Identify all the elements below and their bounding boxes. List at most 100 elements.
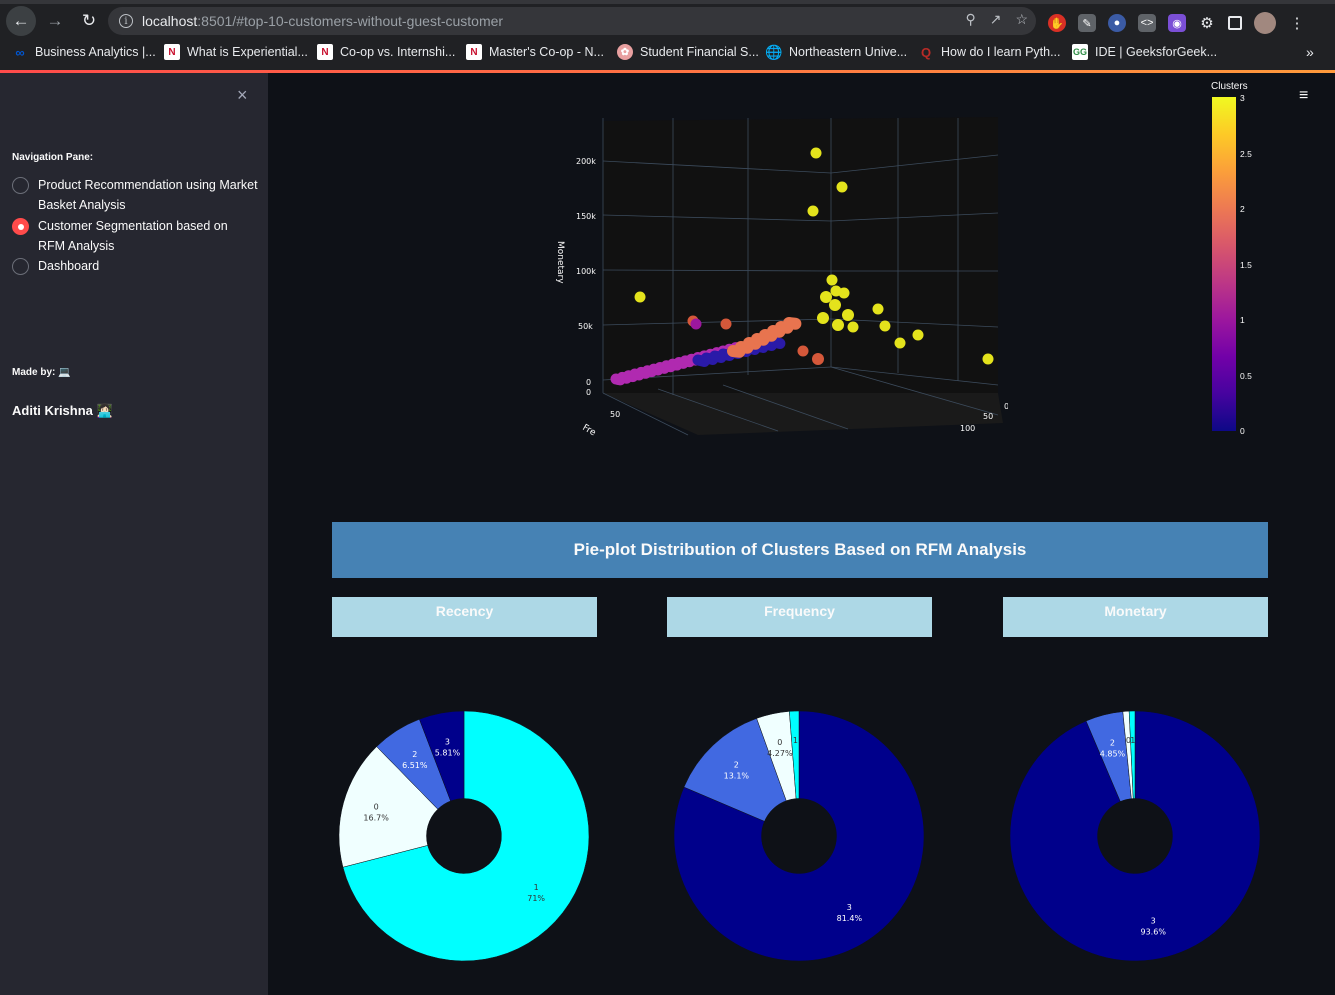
browser-toolbar: ← → ↻ i localhost:8501/#top-10-customers… <box>0 4 1335 38</box>
pie-slice-percent: 71% <box>527 894 545 903</box>
url-host: localhost <box>142 13 198 29</box>
scatter-point <box>789 317 802 330</box>
y-tick: 50 <box>983 412 993 421</box>
x-tick: 50 <box>610 410 620 419</box>
radio-button[interactable] <box>12 258 29 275</box>
bookmark-item[interactable]: N Co-op vs. Internshi... <box>317 44 455 60</box>
colorbar-tick: 1.5 <box>1240 260 1252 270</box>
puzzle-icon[interactable]: ⚙ <box>1198 14 1216 32</box>
extension-icon[interactable]: ◉ <box>1168 14 1186 32</box>
y-tick: 100 <box>960 424 975 433</box>
recency-pie-chart[interactable]: 1 71% 0 16.7% 2 6.51% 3 5.81% <box>329 701 599 971</box>
main-content: ≡ 200k 150k 100k 50k 0 Monetary 0 50 Fre… <box>268 73 1335 995</box>
seal-icon: ✿ <box>617 44 633 60</box>
address-bar[interactable]: i localhost:8501/#top-10-customers-witho… <box>108 7 1036 35</box>
pie-slice-label: 2 <box>734 761 739 770</box>
pie-slice-percent: 81.4% <box>837 914 863 923</box>
colorbar-tick: 0 <box>1240 426 1245 436</box>
gfg-icon: GG <box>1072 44 1088 60</box>
monetary-heading: Monetary <box>1003 597 1268 637</box>
code-extension-icon[interactable]: <> <box>1138 14 1156 32</box>
pie-slice-label: 3 <box>445 737 450 746</box>
scatter-point <box>812 353 824 365</box>
zoom-icon[interactable]: ⚲ <box>965 11 975 28</box>
scatter-point <box>720 318 732 330</box>
scatter-point <box>797 345 809 357</box>
scatter-point <box>634 291 646 303</box>
author-name: Aditi Krishna 👩🏻‍💻 <box>12 403 113 418</box>
kebab-menu-icon[interactable]: ⋮ <box>1288 14 1306 32</box>
extension-icon[interactable]: ✎ <box>1078 14 1096 32</box>
bookmark-star-icon[interactable]: ☆ <box>1015 11 1028 28</box>
colorbar-title: Clusters <box>1211 81 1248 92</box>
colorbar-tick: 2 <box>1240 204 1245 214</box>
scatter-point <box>912 329 924 341</box>
scatter-point <box>807 205 819 217</box>
profile-avatar[interactable] <box>1254 12 1276 34</box>
pie-slice-label: 1 <box>793 736 798 745</box>
scatter-point <box>836 181 848 193</box>
site-info-icon[interactable]: i <box>119 14 133 28</box>
z-axis-title: Monetary <box>555 241 565 284</box>
scatter-point <box>830 285 842 297</box>
bookmark-item[interactable]: ∞ Business Analytics |... <box>12 44 156 60</box>
pie-slice-label: 3 <box>1151 916 1156 925</box>
bookmark-label: What is Experiential... <box>187 45 308 59</box>
pie-slice-label: 2 <box>412 750 417 759</box>
monetary-pie-chart[interactable]: 393.6%24.85%0 1 <box>1000 701 1270 971</box>
back-icon[interactable]: ← <box>6 6 36 36</box>
scatter-point <box>842 309 854 321</box>
browser-chrome: ← → ↻ i localhost:8501/#top-10-customers… <box>0 0 1335 73</box>
bookmark-item[interactable]: N Master's Co-op - N... <box>466 44 604 60</box>
pie-slice-percent: 13.1% <box>724 772 750 781</box>
sidebar: × Navigation Pane: Product Recommendatio… <box>0 73 268 995</box>
scatter-point <box>690 318 702 330</box>
northeastern-icon: N <box>466 44 482 60</box>
bookmarks-more-icon[interactable]: » <box>1306 44 1314 60</box>
radio-label[interactable]: Dashboard <box>38 256 258 276</box>
bookmark-item[interactable]: 🌐 Northeastern Unive... <box>765 44 908 60</box>
reload-icon[interactable]: ↻ <box>74 6 104 36</box>
radio-option-market-basket[interactable]: Product Recommendation using Market Bask… <box>12 175 258 215</box>
scatter-point <box>879 320 891 332</box>
radio-option-dashboard[interactable]: Dashboard <box>12 256 258 276</box>
adblock-extension-icon[interactable]: ✋ <box>1048 14 1066 32</box>
close-sidebar-icon[interactable]: × <box>237 85 248 106</box>
radio-button[interactable] <box>12 177 29 194</box>
pie-section-banner: Pie-plot Distribution of Clusters Based … <box>332 522 1268 578</box>
radio-label[interactable]: Product Recommendation using Market Bask… <box>38 175 258 215</box>
y-tick: 0 <box>1004 402 1008 411</box>
frequency-heading: Frequency <box>667 597 932 637</box>
radio-option-rfm-segmentation[interactable]: Customer Segmentation based on RFM Analy… <box>12 216 258 256</box>
url-text[interactable]: localhost:8501/#top-10-customers-without… <box>142 13 503 29</box>
pie-slice-percent: 5.81% <box>435 748 461 757</box>
bookmark-item[interactable]: N What is Experiential... <box>164 44 308 60</box>
scatter-point <box>832 319 844 331</box>
side-panel-icon[interactable] <box>1228 16 1242 30</box>
forward-icon[interactable]: → <box>40 6 70 36</box>
pie-slice-label: 1 <box>534 883 539 892</box>
coursera-icon: ∞ <box>15 44 25 60</box>
radio-label[interactable]: Customer Segmentation based on RFM Analy… <box>38 216 258 256</box>
scatter-point <box>774 338 786 349</box>
bookmark-label: Co-op vs. Internshi... <box>340 45 456 59</box>
hamburger-menu-icon[interactable]: ≡ <box>1299 87 1308 105</box>
frequency-pie-chart[interactable]: 3 81.4% 2 13.1% 0 4.27%1 <box>664 701 934 971</box>
pie-slice-percent: 4.85% <box>1100 750 1126 759</box>
bookmark-item[interactable]: Q How do I learn Pyth... <box>918 44 1061 60</box>
bookmark-label: How do I learn Pyth... <box>941 45 1061 59</box>
x-tick: 0 <box>586 388 591 397</box>
share-icon[interactable]: ↗ <box>990 11 1002 28</box>
z-tick: 200k <box>576 157 596 166</box>
bookmark-item[interactable]: ✿ Student Financial S... <box>617 44 759 60</box>
pie-slice-label: 0 <box>777 738 782 747</box>
bookmark-label: Business Analytics |... <box>35 45 156 59</box>
bookmark-label: IDE | GeeksforGeek... <box>1095 45 1218 59</box>
radio-button-selected[interactable] <box>12 218 29 235</box>
pie-slice-percent: 93.6% <box>1141 927 1167 936</box>
scatter-3d-plot[interactable]: 200k 150k 100k 50k 0 Monetary 0 50 Fre 0… <box>548 113 1008 443</box>
bookmark-label: Northeastern Unive... <box>789 45 908 59</box>
extension-icon[interactable]: ● <box>1108 14 1126 32</box>
bookmark-item[interactable]: GG IDE | GeeksforGeek... <box>1072 44 1217 60</box>
northeastern-icon: N <box>317 44 333 60</box>
